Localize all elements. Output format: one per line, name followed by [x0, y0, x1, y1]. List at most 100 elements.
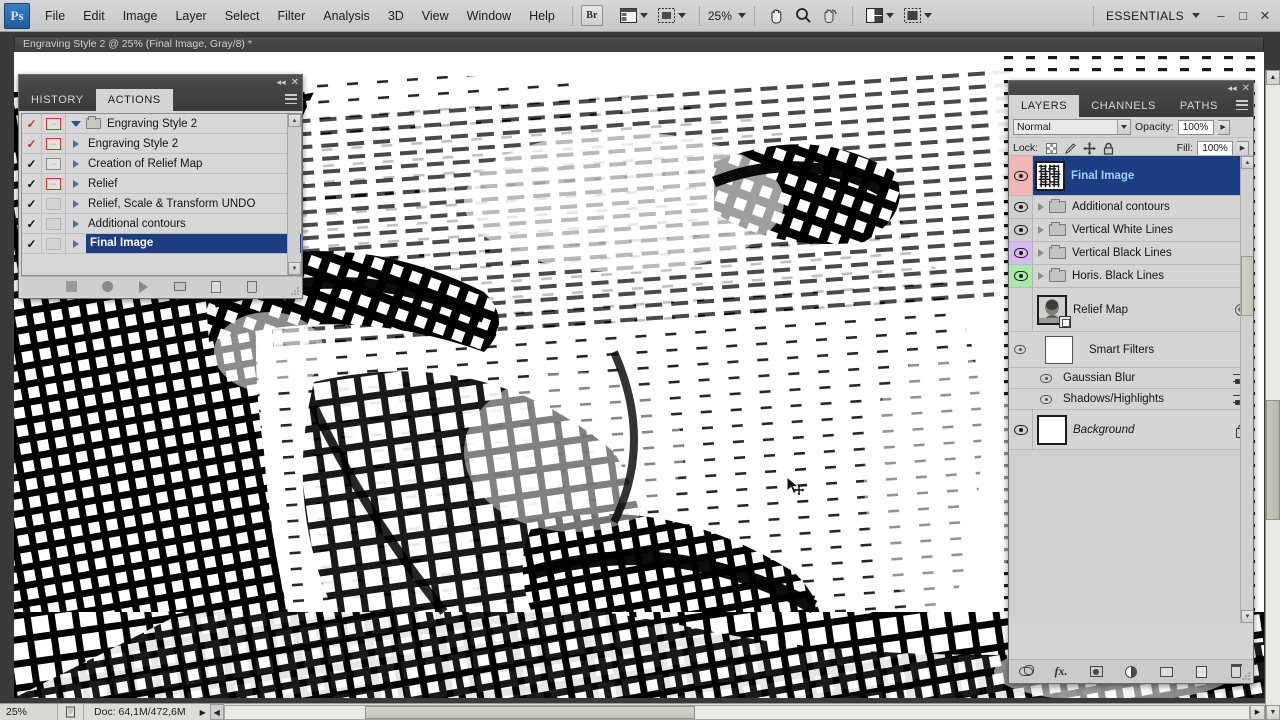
view-extras-button[interactable]: [653, 6, 691, 25]
opacity-slider-arrow-icon[interactable]: ▶: [1217, 119, 1230, 135]
menu-3d[interactable]: 3D: [379, 5, 413, 27]
actions-list[interactable]: ✓ ··· Engraving Style 2 ✓ ··· Engraving …: [21, 113, 302, 276]
action-toggle-checkbox[interactable]: ✓: [22, 234, 42, 253]
status-popup-arrow-icon[interactable]: ▶: [196, 704, 210, 720]
action-toggle-checkbox[interactable]: ✓: [22, 214, 42, 233]
action-expand-twirl[interactable]: [66, 174, 86, 193]
action-expand-twirl[interactable]: [66, 234, 86, 253]
action-row-final-image[interactable]: ✓ Final Image: [22, 234, 301, 254]
fill-input[interactable]: 100%: [1197, 140, 1233, 156]
action-toggle-checkbox[interactable]: ✓: [22, 134, 42, 153]
layer-visibility-toggle[interactable]: [1009, 265, 1033, 287]
action-toggle-checkbox[interactable]: ✓: [22, 154, 42, 173]
filter-visibility-toggle[interactable]: [1035, 394, 1057, 404]
layer-visibility-toggle[interactable]: [1009, 219, 1033, 241]
group-expand-twirl[interactable]: [1033, 203, 1049, 211]
lock-image-pixels-brush-icon[interactable]: [1064, 142, 1077, 155]
action-dialog-toggle[interactable]: ···: [42, 134, 66, 153]
layers-scrollbar[interactable]: ▲ ▼: [1240, 156, 1253, 623]
new-adjustment-layer-button[interactable]: [1123, 664, 1139, 680]
layers-list[interactable]: Final Image Additional contours Vertical…: [1009, 155, 1253, 623]
scroll-down-arrow-icon[interactable]: ▼: [1266, 705, 1280, 720]
layers-scroll-down-icon[interactable]: ▼: [1241, 610, 1253, 623]
workspace-label[interactable]: ESSENTIALS: [1102, 7, 1188, 25]
launch-bridge-icon[interactable]: Br: [580, 5, 603, 26]
action-dialog-toggle[interactable]: ···: [42, 174, 66, 193]
photoshop-logo-icon[interactable]: Ps: [4, 2, 30, 29]
canvas-vertical-scrollbar[interactable]: ▲ ▼: [1265, 70, 1280, 720]
close-panel-icon[interactable]: ✕: [291, 77, 299, 87]
tab-paths[interactable]: PATHS: [1168, 95, 1230, 117]
layer-row-smart-filters[interactable]: Smart Filters: [1009, 332, 1253, 368]
minimize-button[interactable]: –: [1210, 7, 1232, 25]
layer-thumbnail[interactable]: [1035, 160, 1065, 191]
layer-row-relief-map[interactable]: Relief Map: [1009, 288, 1253, 332]
collapse-layers-panel-icon[interactable]: ◂◂: [1228, 83, 1237, 93]
blend-mode-select[interactable]: Normal: [1013, 119, 1131, 135]
action-toggle-checkbox[interactable]: ✓: [22, 114, 42, 133]
scroll-up-arrow-icon[interactable]: ▲: [1266, 70, 1280, 85]
tab-actions[interactable]: ACTIONS: [95, 89, 173, 111]
new-action-set-button[interactable]: [173, 280, 187, 294]
collapse-panel-icon[interactable]: ◂◂: [277, 77, 286, 87]
layer-thumbnail[interactable]: [1037, 414, 1067, 445]
action-dialog-toggle[interactable]: ···: [42, 114, 66, 133]
record-button[interactable]: [101, 280, 115, 294]
arrange-documents-button[interactable]: [861, 6, 899, 25]
close-button[interactable]: ✕: [1254, 7, 1276, 25]
action-expand-twirl[interactable]: [66, 154, 86, 173]
layer-row-horis-black-lines[interactable]: Horis. Black Lines: [1009, 265, 1253, 288]
layer-row-background[interactable]: Background: [1009, 410, 1253, 450]
group-expand-twirl[interactable]: [1033, 249, 1049, 257]
canvas-horizontal-scrollbar[interactable]: [223, 704, 1250, 720]
layers-scroll-thumb[interactable]: [1241, 256, 1253, 316]
new-layer-button[interactable]: [1193, 664, 1209, 680]
new-group-button[interactable]: [1158, 664, 1174, 680]
zoom-tool-button[interactable]: [790, 5, 817, 26]
menu-layer[interactable]: Layer: [166, 5, 215, 27]
layer-row-vertical-white-lines[interactable]: Vertical White Lines: [1009, 219, 1253, 242]
action-row-creation-of-relief-map[interactable]: ✓ ··· Creation of Relief Map: [22, 154, 301, 174]
actions-panel-resize-grip[interactable]: [290, 287, 299, 296]
action-row-relief-scale-transform-undo[interactable]: ✓ Relief, Scale & Transform UNDO: [22, 194, 301, 214]
maximize-button[interactable]: □: [1232, 7, 1254, 25]
close-layers-panel-icon[interactable]: ✕: [1242, 83, 1250, 93]
new-action-button[interactable]: [209, 280, 223, 294]
menu-edit[interactable]: Edit: [74, 5, 114, 27]
add-layer-mask-button[interactable]: [1088, 664, 1104, 680]
document-tab-title[interactable]: Engraving Style 2 @ 25% (Final Image, Gr…: [14, 36, 1264, 52]
layer-thumbnail[interactable]: [1037, 294, 1071, 328]
actions-scrollbar[interactable]: ▲ ▼: [287, 114, 301, 275]
status-zoom-value[interactable]: 25%: [0, 704, 58, 720]
lock-position-move-icon[interactable]: [1083, 142, 1096, 155]
action-row-additional-contours[interactable]: ✓ Additional contours: [22, 214, 301, 234]
group-expand-twirl[interactable]: [1033, 272, 1049, 280]
screen-mode-cycle-button[interactable]: [899, 6, 937, 25]
tab-layers[interactable]: LAYERS: [1009, 95, 1080, 117]
action-expand-twirl[interactable]: [66, 114, 86, 133]
action-expand-twirl[interactable]: [66, 214, 86, 233]
menu-analysis[interactable]: Analysis: [314, 5, 379, 27]
layer-row-final-image[interactable]: Final Image: [1009, 156, 1253, 196]
delete-action-button[interactable]: [245, 280, 259, 294]
actions-scroll-down-icon[interactable]: ▼: [288, 262, 301, 275]
stop-recording-button[interactable]: [65, 280, 79, 294]
action-expand-twirl[interactable]: [66, 194, 86, 213]
filter-visibility-toggle[interactable]: [1035, 373, 1057, 383]
layers-scroll-up-icon[interactable]: ▲: [1241, 156, 1253, 169]
layers-panel-resize-grip[interactable]: [1241, 672, 1250, 681]
hscroll-right-arrow-icon[interactable]: ▶: [1250, 704, 1265, 720]
layer-visibility-toggle[interactable]: [1009, 156, 1033, 195]
actions-panel-menu-icon[interactable]: [285, 94, 297, 104]
group-expand-twirl[interactable]: [1033, 226, 1049, 234]
action-row-relief[interactable]: ✓ ··· Relief: [22, 174, 301, 194]
action-row-engraving-style-2[interactable]: ✓ ··· Engraving Style 2: [22, 134, 301, 154]
menu-help[interactable]: Help: [520, 5, 564, 27]
layer-visibility-toggle[interactable]: [1009, 410, 1033, 449]
action-expand-twirl[interactable]: [66, 134, 86, 153]
menu-select[interactable]: Select: [216, 5, 269, 27]
action-toggle-checkbox[interactable]: ✓: [22, 194, 42, 213]
menu-image[interactable]: Image: [114, 5, 167, 27]
smart-filter-mask-thumbnail[interactable]: [1045, 335, 1073, 364]
layer-row-vertical-black-lines[interactable]: Vertical Black Lines: [1009, 242, 1253, 265]
